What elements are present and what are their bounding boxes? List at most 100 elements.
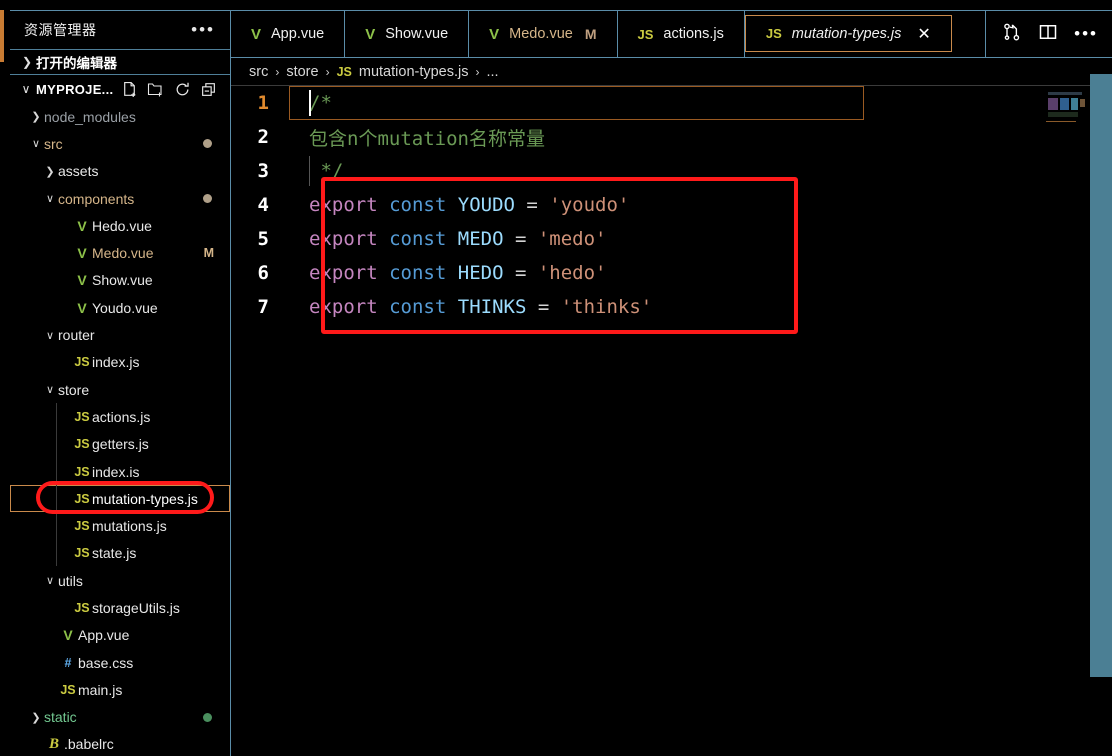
tree-item-show-vue[interactable]: V Show.vue (10, 267, 230, 294)
tree-item-base-css[interactable]: # base.css (10, 649, 230, 676)
tree-item-hedo-vue[interactable]: V Hedo.vue (10, 212, 230, 239)
tree-item-src[interactable]: ∨ src (10, 130, 230, 157)
tree-item-node-modules[interactable]: ❯ node_modules (10, 103, 230, 130)
text-cursor (309, 90, 311, 116)
tree-item-medo-vue[interactable]: V Medo.vue M (10, 239, 230, 266)
indent-guide (309, 156, 310, 186)
tree-item-assets[interactable]: ❯ assets (10, 158, 230, 185)
minimap-line (1048, 92, 1082, 95)
breadcrumb-item[interactable]: store (286, 64, 318, 80)
minimap-line (1060, 98, 1069, 110)
code-token: export (309, 194, 378, 216)
file-type-icon: V (63, 627, 73, 644)
tree-item-label: assets (58, 163, 99, 180)
tree-item-mutation-types-js[interactable]: JS mutation-types.js (10, 485, 230, 513)
breadcrumb-item[interactable]: mutation-types.js (359, 64, 469, 80)
minimap-line (1048, 98, 1058, 110)
editor-tab-mutation-types-js[interactable]: JS mutation-types.js ✕ (744, 15, 952, 52)
tree-item-mutations-js[interactable]: JS mutations.js (10, 512, 230, 539)
tree-item-label: src (44, 135, 63, 152)
tree-item-label: storageUtils.js (92, 599, 180, 616)
refresh-icon[interactable] (174, 81, 191, 98)
file-type-icon: JS (74, 519, 90, 534)
tree-item-utils[interactable]: ∨ utils (10, 567, 230, 594)
editor-tab-bar: V App.vue V Show.vue V Medo.vue M JS actions.js J… (231, 10, 1112, 58)
tree-item-actions-js[interactable]: JS actions.js (10, 403, 230, 430)
breadcrumb-item[interactable]: src (249, 64, 268, 80)
line-content: export const HEDO = 'hedo' (287, 262, 606, 284)
code-editor[interactable]: 1 /* 2 包含n个mutation名称常量 3 */ 4 export const YO… (231, 86, 1112, 756)
minimap-slider[interactable] (1046, 121, 1076, 122)
line-number: 6 (257, 262, 269, 284)
code-line[interactable]: 3 */ (231, 154, 1112, 188)
editor-tab-actions-js[interactable]: JS actions.js (618, 11, 745, 57)
tree-item-router[interactable]: ∨ router (10, 321, 230, 348)
file-type-icon: JS (74, 600, 90, 615)
tree-item-getters-js[interactable]: JS getters.js (10, 431, 230, 458)
tree-item-label: getters.js (92, 436, 149, 453)
code-line[interactable]: 6 export const HEDO = 'hedo' (231, 256, 1112, 290)
chevron-right-icon: ❯ (31, 711, 41, 724)
new-folder-icon[interactable] (147, 81, 165, 98)
tree-item-app-vue[interactable]: V App.vue (10, 622, 230, 649)
tree-item-store[interactable]: ∨ store (10, 376, 230, 403)
tree-item-label: components (58, 190, 135, 207)
editor-tab-medo-vue[interactable]: V Medo.vue M (469, 11, 618, 57)
code-line[interactable]: 1 /* (231, 86, 1112, 120)
code-line[interactable]: 4 export const YOUDO = 'youdo' (231, 188, 1112, 222)
code-token: /* (309, 92, 332, 114)
compare-changes-icon[interactable] (1002, 22, 1022, 47)
tree-item-label: static (44, 709, 77, 726)
editor-tab-show-vue[interactable]: V Show.vue (345, 11, 470, 57)
tab-label: App.vue (271, 26, 325, 42)
tree-item-label: .babelrc (64, 736, 114, 753)
file-type-icon: JS (765, 26, 782, 41)
code-token: HEDO (457, 262, 504, 284)
tree-item-label: index.js (92, 354, 140, 371)
tree-item-youdo-vue[interactable]: V Youdo.vue (10, 294, 230, 321)
open-editors-section[interactable]: ❯ 打开的编辑器 (10, 49, 230, 75)
project-root-row[interactable]: ∨ MYPROJE... (10, 75, 230, 103)
code-token: THINKS (457, 296, 527, 318)
line-content: export const YOUDO = 'youdo' (287, 194, 629, 216)
explorer-title: 资源管理器 (24, 22, 97, 38)
breadcrumb[interactable]: src › store › JS mutation-types.js ›... (231, 58, 1112, 86)
tree-item-main-js[interactable]: JS main.js (10, 676, 230, 703)
chevron-right-icon: ❯ (31, 111, 41, 124)
explorer-more-actions-icon[interactable]: ••• (188, 21, 218, 38)
file-tree[interactable]: ❯ node_modules ∨ src ❯ assets ∨ components V Hedo… (10, 103, 230, 756)
tab-close-icon[interactable]: ✕ (917, 24, 930, 44)
tree-item-label: Youdo.vue (92, 299, 158, 316)
editor-scrollbar[interactable] (1090, 74, 1112, 677)
split-editor-icon[interactable] (1038, 22, 1058, 47)
activity-bar[interactable] (0, 0, 10, 756)
chevron-down-icon: ∨ (45, 329, 55, 342)
tree-item-index-is[interactable]: JS index.is (10, 458, 230, 485)
file-type-icon: JS (74, 464, 90, 479)
more-actions-icon[interactable]: ••• (1074, 25, 1098, 42)
project-name: MYPROJE... (36, 81, 114, 97)
code-token: MEDO (457, 228, 504, 250)
code-token: */ (309, 160, 344, 182)
tree-item-storageutils-js[interactable]: JS storageUtils.js (10, 594, 230, 621)
code-token: 'thinks' (560, 296, 653, 318)
tree-item--babelrc[interactable]: B .babelrc (10, 731, 230, 756)
tree-item-components[interactable]: ∨ components (10, 185, 230, 212)
tree-item-static[interactable]: ❯ static (10, 704, 230, 731)
tree-item-state-js[interactable]: JS state.js (10, 540, 230, 567)
file-type-icon: JS (336, 64, 352, 79)
chevron-right-icon: ❯ (45, 165, 55, 178)
explorer-header: 资源管理器 ••• (10, 11, 230, 49)
new-file-icon[interactable] (121, 81, 138, 98)
tree-item-index-js[interactable]: JS index.js (10, 349, 230, 376)
collapse-all-icon[interactable] (200, 81, 217, 98)
editor-tab-app-vue[interactable]: V App.vue (231, 11, 346, 57)
line-content: export const THINKS = 'thinks' (287, 296, 652, 318)
breadcrumb-item[interactable]: ... (487, 64, 499, 80)
code-line[interactable]: 2 包含n个mutation名称常量 (231, 120, 1112, 154)
code-line[interactable]: 7 export const THINKS = 'thinks' (231, 290, 1112, 324)
code-line[interactable]: 5 export const MEDO = 'medo' (231, 222, 1112, 256)
minimap[interactable] (1032, 86, 1088, 756)
file-type-icon: V (77, 217, 87, 234)
